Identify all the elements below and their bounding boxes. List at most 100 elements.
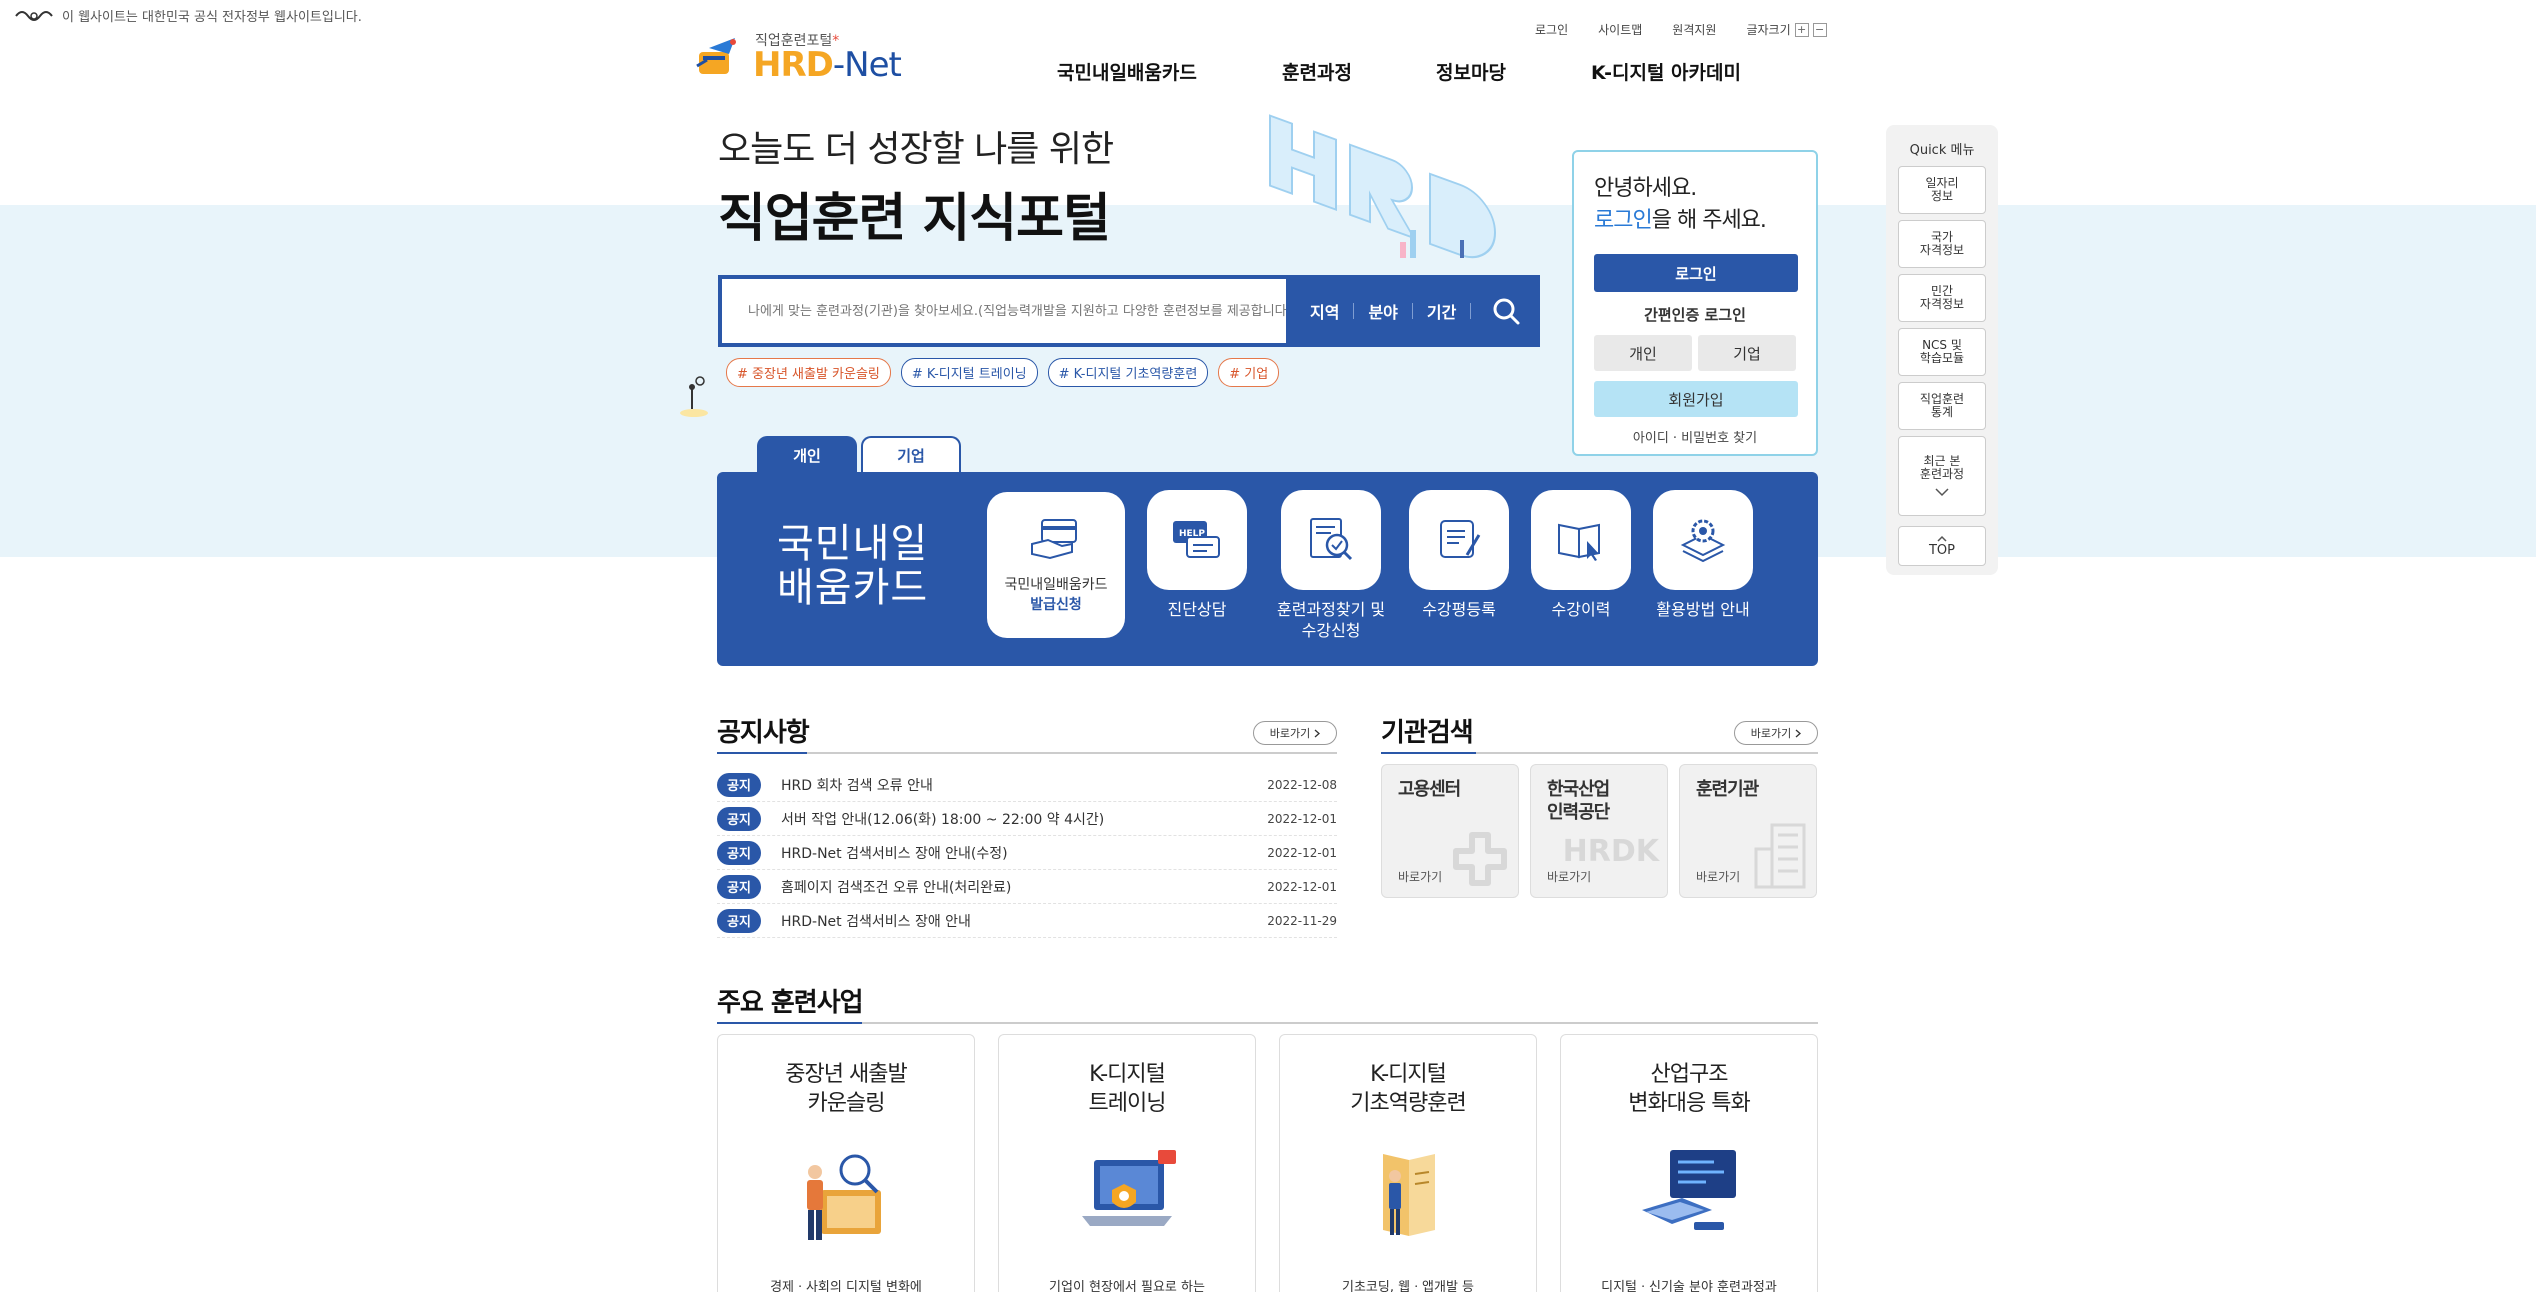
training-card-title: 중장년 새출발 카운슬링 bbox=[785, 1062, 907, 1116]
training-card-k-digital[interactable]: K-디지털 트레이닝 기업이 현장에서 필요로 하는 bbox=[998, 1034, 1256, 1292]
notice-badge: 공지 bbox=[717, 874, 761, 899]
service-guide[interactable]: 활용방법 안내 bbox=[1653, 490, 1753, 621]
notice-row-title[interactable]: HRD-Net 검색서비스 장애 안내 bbox=[781, 911, 1267, 931]
quick-recent-courses[interactable]: 최근 본 훈련과정 bbox=[1898, 436, 1986, 516]
notice-row[interactable]: 공지 HRD-Net 검색서비스 장애 안내(수정) 2022-12-01 bbox=[717, 836, 1337, 870]
quick-menu-title: Quick 메뉴 bbox=[1909, 143, 1975, 158]
filter-region[interactable]: 지역 bbox=[1310, 299, 1353, 323]
service-diagnosis-label: 진단상담 bbox=[1167, 600, 1227, 619]
filter-period[interactable]: 기간 bbox=[1427, 299, 1470, 323]
service-diagnosis[interactable]: HELP 진단상담 bbox=[1147, 490, 1247, 621]
notice-row[interactable]: 공지 서버 작업 안내(12.06(화) 18:00 ~ 22:00 약 4시간… bbox=[717, 802, 1337, 836]
training-card-midlife[interactable]: 중장년 새출발 카운슬링 경제ㆍ사회의 디지털 변화에 bbox=[717, 1034, 975, 1292]
utility-nav: 로그인 사이트맵 원격지원 글자크기 + − bbox=[1535, 21, 1827, 38]
org-more-button[interactable]: 바로가기 bbox=[1734, 721, 1818, 745]
org-card-hrdk[interactable]: 한국산업 인력공단 바로가기 HRDK bbox=[1530, 764, 1668, 898]
notice-row-title[interactable]: HRD-Net 검색서비스 장애 안내(수정) bbox=[781, 843, 1267, 863]
hashtag-list: # 중장년 새출발 카운슬링 # K-디지털 트레이닝 # K-디지털 기초역량… bbox=[726, 358, 1280, 387]
service-review[interactable]: 수강평등록 bbox=[1409, 490, 1509, 621]
notice-row[interactable]: 공지 HRD 회차 검색 오류 안내 2022-12-08 bbox=[717, 768, 1337, 802]
notice-more-button[interactable]: 바로가기 bbox=[1253, 721, 1337, 745]
hashtag-k-digital-basic[interactable]: # K-디지털 기초역량훈련 bbox=[1047, 358, 1209, 387]
training-card-desc: 디지털ㆍ신기술 분야 훈련과정과 bbox=[1601, 1280, 1777, 1292]
search-filters: 지역 분야 기간 bbox=[1286, 279, 1536, 343]
personal-login-button[interactable]: 개인 bbox=[1594, 335, 1692, 372]
org-card-list: 고용센터 바로가기 한국산업 인력공단 바로가기 HRDK 훈련기관 바로가기 bbox=[1381, 764, 1817, 898]
notice-badge: 공지 bbox=[717, 908, 761, 933]
training-card-desc: 기초코딩, 웹ㆍ앱개발 등 bbox=[1342, 1280, 1474, 1292]
site-logo[interactable]: 직업훈련포털* HRD-Net bbox=[695, 34, 902, 85]
card-apply-service[interactable]: 국민내일배움카드 발급신청 bbox=[987, 492, 1125, 638]
training-card-title: 산업구조 변화대응 특화 bbox=[1628, 1062, 1750, 1116]
hero-heading: 직업훈련 지식포털 bbox=[718, 189, 1111, 249]
login-button[interactable]: 로그인 bbox=[1594, 254, 1798, 293]
filter-divider bbox=[1411, 303, 1413, 319]
hashtag-company[interactable]: # 기업 bbox=[1218, 358, 1280, 387]
help-chat-icon: HELP bbox=[1173, 521, 1220, 558]
training-card-list: 중장년 새출발 카운슬링 경제ㆍ사회의 디지털 변화에 K-디지털 트레이닝 기… bbox=[717, 1034, 1818, 1292]
egov-logo-icon bbox=[15, 10, 53, 21]
join-button[interactable]: 회원가입 bbox=[1594, 381, 1798, 418]
quick-ncs[interactable]: NCS 및 학습모듈 bbox=[1898, 328, 1986, 376]
notice-row[interactable]: 공지 홈페이지 검색조건 오류 안내(처리완료) 2022-12-01 bbox=[717, 870, 1337, 904]
hashtag-k-digital-training[interactable]: # K-디지털 트레이닝 bbox=[900, 358, 1038, 387]
hrd-3d-illustration bbox=[1269, 114, 1496, 259]
tab-personal[interactable]: 개인 bbox=[757, 436, 857, 472]
scroll-top-button[interactable]: TOP bbox=[1898, 526, 1986, 566]
notice-row[interactable]: 공지 HRD-Net 검색서비스 장애 안내 2022-11-29 bbox=[717, 904, 1337, 938]
company-login-button[interactable]: 기업 bbox=[1698, 335, 1796, 372]
org-card-go[interactable]: 바로가기 bbox=[1398, 868, 1442, 885]
service-course-search[interactable]: 훈련과정찾기 및 수강신청 bbox=[1277, 490, 1385, 642]
org-card-training-institution[interactable]: 훈련기관 바로가기 bbox=[1679, 764, 1817, 898]
service-history-label: 수강이력 bbox=[1551, 600, 1611, 619]
logo-title: HRD-Net bbox=[753, 45, 902, 85]
login-panel: 안녕하세요. 로그인을 해 주세요. 로그인 간편인증 로그인 개인 기업 회원… bbox=[1572, 150, 1818, 456]
notice-row-title[interactable]: HRD 회차 검색 오류 안내 bbox=[781, 775, 1267, 795]
quick-jobs[interactable]: 일자리 정보 bbox=[1898, 166, 1986, 214]
org-card-go[interactable]: 바로가기 bbox=[1547, 868, 1591, 885]
service-guide-label: 활용방법 안내 bbox=[1656, 600, 1750, 619]
notice-row-title[interactable]: 서버 작업 안내(12.06(화) 18:00 ~ 22:00 약 4시간) bbox=[781, 809, 1267, 829]
filter-field[interactable]: 분야 bbox=[1368, 299, 1411, 323]
quick-national-cert[interactable]: 국가 자격정보 bbox=[1898, 220, 1986, 268]
card-apply-label-2: 발급신청 bbox=[1030, 597, 1082, 613]
org-card-employment-center[interactable]: 고용센터 바로가기 bbox=[1381, 764, 1519, 898]
org-card-name: 훈련기관 bbox=[1696, 779, 1759, 800]
quick-recent-label: 최근 본 훈련과정 bbox=[1919, 454, 1965, 481]
font-decrease-button[interactable]: − bbox=[1812, 22, 1827, 37]
search-icon[interactable] bbox=[1491, 296, 1521, 326]
util-remote-link[interactable]: 원격지원 bbox=[1672, 21, 1716, 38]
quick-private-cert[interactable]: 민간 자격정보 bbox=[1898, 274, 1986, 322]
training-card-industry[interactable]: 산업구조 변화대응 특화 디지털ㆍ신기술 분야 훈련과정과 bbox=[1560, 1034, 1818, 1292]
quick-statistics[interactable]: 직업훈련 통계 bbox=[1898, 382, 1986, 430]
org-more-label: 바로가기 bbox=[1750, 727, 1792, 740]
org-card-go[interactable]: 바로가기 bbox=[1696, 868, 1740, 885]
scroll-top-label: TOP bbox=[1928, 542, 1955, 558]
nav-training-course[interactable]: 훈련과정 bbox=[1282, 58, 1436, 85]
search-input[interactable] bbox=[722, 279, 1286, 343]
service-course-search-label: 훈련과정찾기 및 수강신청 bbox=[1277, 600, 1386, 640]
service-history[interactable]: 수강이력 bbox=[1531, 490, 1631, 621]
hashtag-midlife-counseling[interactable]: # 중장년 새출발 카운슬링 bbox=[726, 358, 891, 387]
tab-company[interactable]: 기업 bbox=[861, 436, 961, 472]
training-card-desc: 경제ㆍ사회의 디지털 변화에 bbox=[770, 1280, 922, 1292]
org-search-title: 기관검색 bbox=[1381, 718, 1474, 748]
gear-stack-icon bbox=[1680, 519, 1726, 563]
hero-subtitle: 오늘도 더 성장할 나를 위한 bbox=[718, 129, 1114, 170]
util-sitemap-link[interactable]: 사이트맵 bbox=[1598, 21, 1642, 38]
nav-k-digital-academy[interactable]: K-디지털 아카데미 bbox=[1591, 58, 1741, 85]
nav-naeil-card[interactable]: 국민내일배움카드 bbox=[1057, 58, 1282, 85]
book-person-illustration-icon bbox=[1383, 1154, 1435, 1237]
find-account-link[interactable]: 아이디 · 비밀번호 찾기 bbox=[1594, 427, 1796, 446]
font-increase-button[interactable]: + bbox=[1794, 22, 1809, 37]
naeil-card-title: 국민내일 배움카드 bbox=[777, 521, 929, 611]
notice-row-title[interactable]: 홈페이지 검색조건 오류 안내(처리완료) bbox=[781, 877, 1267, 897]
book-cursor-icon bbox=[1558, 523, 1600, 561]
training-card-title: K-디지털 기초역량훈련 bbox=[1350, 1062, 1466, 1116]
nav-info[interactable]: 정보마당 bbox=[1436, 58, 1591, 85]
monitor-code-illustration-icon bbox=[1642, 1150, 1736, 1231]
training-card-k-digital-basic[interactable]: K-디지털 기초역량훈련 기초코딩, 웹ㆍ앱개발 등 bbox=[1279, 1034, 1537, 1292]
hrd-logo-mark-icon bbox=[696, 38, 736, 74]
font-size-label: 글자크기 bbox=[1746, 23, 1791, 37]
util-login-link[interactable]: 로그인 bbox=[1535, 21, 1568, 38]
